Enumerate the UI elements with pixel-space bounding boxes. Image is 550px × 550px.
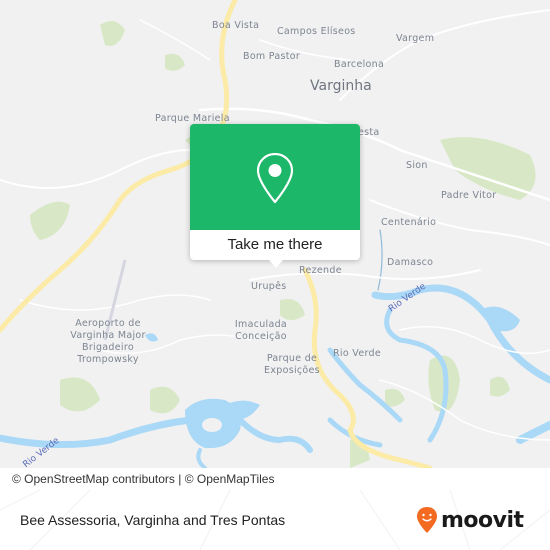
popup-pointer bbox=[269, 260, 283, 268]
place-label-bom-pastor: Bom Pastor bbox=[243, 51, 301, 62]
moovit-wordmark: moovit bbox=[441, 507, 524, 533]
moovit-pin-icon bbox=[417, 507, 437, 533]
moovit-logo[interactable]: moovit bbox=[416, 505, 524, 535]
place-label-rio-verde: Rio Verde bbox=[333, 348, 381, 359]
place-label-floresta: esta bbox=[358, 127, 380, 138]
attribution-text[interactable]: © OpenStreetMap contributors | © OpenMap… bbox=[12, 472, 274, 486]
place-label-rezende: Rezende bbox=[299, 265, 342, 276]
place-label-vargem: Vargem bbox=[396, 33, 435, 44]
map-pin-icon bbox=[256, 152, 294, 204]
place-label-barcelona: Barcelona bbox=[334, 59, 385, 70]
take-me-there-button[interactable]: Take me there bbox=[190, 230, 360, 260]
place-label-padre-vitor: Padre Vitor bbox=[441, 190, 497, 201]
place-label-sion: Sion bbox=[406, 160, 428, 171]
map-view[interactable]: Boa Vista Campos Elíseos Vargem Bom Past… bbox=[0, 0, 550, 468]
place-label-parque-exposicoes: Parque de Exposições bbox=[264, 353, 320, 376]
place-label-centenario: Centenário bbox=[381, 217, 437, 228]
location-popup: Take me there bbox=[190, 124, 360, 268]
place-label-damasco: Damasco bbox=[387, 257, 434, 268]
lakes bbox=[145, 306, 520, 449]
place-label-urupes: Urupês bbox=[251, 281, 287, 292]
map-attribution: © OpenStreetMap contributors | © OpenMap… bbox=[0, 468, 550, 490]
place-label-varginha: Varginha bbox=[310, 78, 372, 94]
place-label-airport: Aeroporto de Varginha Major Brigadeiro T… bbox=[70, 318, 146, 365]
place-label-campos-eliseos: Campos Elíseos bbox=[277, 26, 356, 37]
popup-header bbox=[190, 124, 360, 230]
footer-title: Bee Assessoria, Varginha and Tres Pontas bbox=[20, 512, 286, 528]
place-label-imaculada-conceicao: Imaculada Conceição bbox=[234, 319, 288, 342]
place-label-boa-vista: Boa Vista bbox=[212, 20, 260, 31]
